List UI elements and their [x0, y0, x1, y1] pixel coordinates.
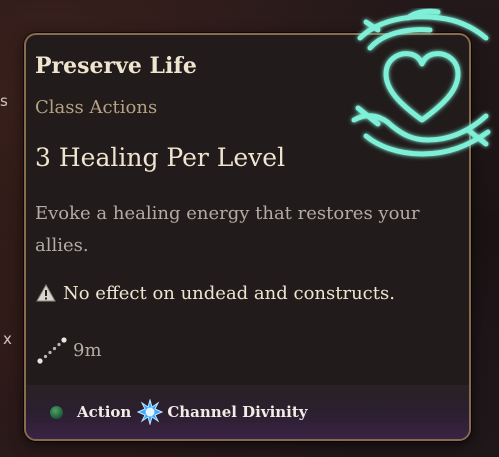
ability-headline: 3 Healing Per Level — [35, 143, 286, 172]
warning-text: No effect on undead and constructs. — [63, 282, 395, 304]
game-scene: s x Preserve Life Class Actions 3 Healin… — [0, 0, 499, 457]
cost-label: Action — [77, 403, 132, 421]
background-edge-text: s — [0, 92, 8, 110]
healing-hands-heart-icon — [351, 8, 491, 157]
action-dot-icon — [50, 405, 63, 419]
range-value: 9m — [73, 339, 102, 361]
ability-description: Evoke a healing energy that restores you… — [35, 203, 420, 256]
cost-footer: Action Channel Divinity — [26, 385, 469, 439]
background-edge-text: x — [3, 330, 12, 348]
range-dotted-line-icon — [37, 337, 67, 364]
warning-triangle-icon — [36, 283, 56, 302]
ability-category: Class Actions — [35, 97, 158, 118]
channel-divinity-icon — [137, 399, 164, 425]
cost-label: Channel Divinity — [167, 403, 308, 421]
ability-range: 9m — [35, 333, 102, 367]
ability-warning: No effect on undead and constructs. — [35, 282, 395, 304]
ability-title: Preserve Life — [35, 53, 197, 79]
cost-channel-divinity: Channel Divinity — [135, 399, 308, 425]
cost-action: Action — [50, 403, 131, 421]
